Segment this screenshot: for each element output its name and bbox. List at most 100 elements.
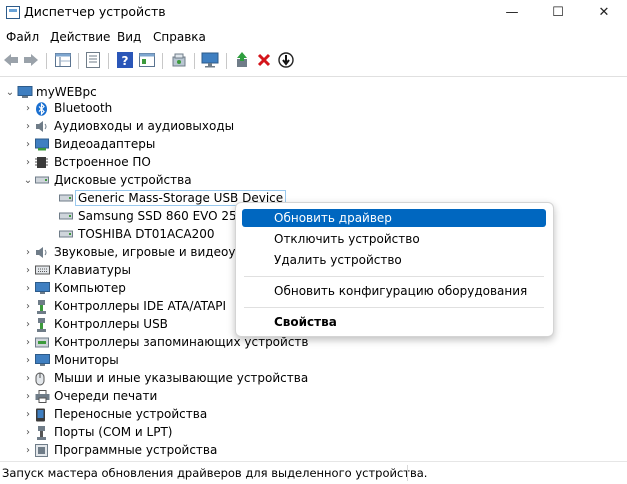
disk-drive-icon: [35, 174, 49, 187]
status-bar: Запуск мастера обновления драйверов для …: [0, 461, 627, 484]
menu-view[interactable]: Вид: [117, 30, 141, 44]
scan-hardware-icon[interactable]: [170, 51, 188, 69]
tree-category-computer[interactable]: › Компьютер: [21, 279, 126, 297]
disk-drive-icon: [59, 210, 73, 223]
speaker-icon: [35, 120, 48, 133]
chevron-down-icon[interactable]: ⌄: [21, 175, 35, 186]
back-arrow-icon[interactable]: [2, 51, 20, 69]
chevron-right-icon[interactable]: ›: [21, 337, 35, 348]
console-icon[interactable]: [138, 51, 156, 69]
tree-category-label: Переносные устройства: [54, 407, 208, 421]
computer-monitor-icon[interactable]: [201, 51, 219, 69]
window-title: Диспетчер устройств: [24, 4, 166, 19]
tree-category-ports[interactable]: › Порты (COM и LPT): [21, 423, 172, 441]
tree-category-label: Программные устройства: [54, 443, 218, 457]
svg-text:?: ?: [122, 54, 129, 68]
chevron-right-icon[interactable]: ›: [21, 139, 35, 150]
mouse-icon: [35, 372, 48, 385]
status-text: Запуск мастера обновления драйверов для …: [2, 466, 428, 480]
minimize-button[interactable]: —: [489, 0, 535, 25]
monitor-icon: [35, 353, 50, 367]
menu-bar: Файл Действие Вид Справка: [0, 26, 627, 48]
chevron-right-icon[interactable]: ›: [21, 283, 35, 294]
menu-item-update-driver[interactable]: Обновить драйвер: [242, 209, 546, 227]
chevron-right-icon[interactable]: ›: [21, 373, 35, 384]
software-device-icon: [35, 443, 48, 457]
sound-icon: [35, 246, 48, 259]
storage-controller-icon: [35, 336, 49, 349]
menu-file[interactable]: Файл: [6, 30, 39, 44]
close-button[interactable]: ✕: [581, 0, 627, 25]
tree-category-label: Клавиатуры: [54, 263, 131, 277]
tree-root-label: myWEBpc: [36, 85, 97, 99]
tree-category-label: Очереди печати: [54, 389, 158, 403]
help-icon[interactable]: ?: [116, 51, 134, 69]
tree-category-sound[interactable]: › Звуковые, игровые и видеоустр: [21, 243, 257, 261]
menu-separator: [244, 307, 544, 308]
computer-icon: [35, 281, 50, 295]
toolbar: ?: [0, 48, 627, 74]
chevron-right-icon[interactable]: ›: [21, 409, 35, 420]
tree-category-label: Порты (COM и LPT): [54, 425, 173, 439]
chevron-right-icon[interactable]: ›: [21, 391, 35, 402]
device-list-icon[interactable]: [84, 51, 102, 69]
printer-icon: [35, 389, 50, 403]
tree-category-label: Контроллеры USB: [54, 317, 168, 331]
chevron-right-icon[interactable]: ›: [21, 247, 35, 258]
menu-help[interactable]: Справка: [153, 30, 206, 44]
title-bar: Диспетчер устройств — ☐ ✕: [0, 0, 627, 25]
tree-category-mice[interactable]: › Мыши и иные указывающие устройства: [21, 369, 308, 387]
tree-category-disk-drives[interactable]: ⌄ Дисковые устройства: [21, 171, 192, 189]
tree-category-firmware[interactable]: › Встроенное ПО: [21, 153, 151, 171]
menu-item-uninstall-device[interactable]: Удалить устройство: [242, 251, 546, 269]
menu-item-label: Удалить устройство: [274, 253, 402, 267]
tree-category-label: Дисковые устройства: [54, 173, 192, 187]
menu-separator: [244, 276, 544, 277]
tree-device-toshiba[interactable]: TOSHIBA DT01ACA200: [59, 225, 215, 243]
chevron-right-icon[interactable]: ›: [21, 157, 35, 168]
uninstall-x-icon[interactable]: [255, 51, 273, 69]
update-driver-icon[interactable]: [233, 51, 251, 69]
tree-category-display-adapters[interactable]: › Видеоадаптеры: [21, 135, 155, 153]
menu-item-label: Отключить устройство: [274, 232, 420, 246]
menu-item-disable-device[interactable]: Отключить устройство: [242, 230, 546, 248]
tree-category-monitors[interactable]: › Мониторы: [21, 351, 119, 369]
chevron-right-icon[interactable]: ›: [21, 319, 35, 330]
usb-icon: [35, 317, 48, 332]
tree-category-ide[interactable]: › Контроллеры IDE ATA/ATAPI: [21, 297, 226, 315]
chevron-right-icon[interactable]: ›: [21, 427, 35, 438]
tree-device-samsung-ssd[interactable]: Samsung SSD 860 EVO 250GB: [59, 207, 262, 225]
tree-category-label: Аудиовходы и аудиовыходы: [54, 119, 235, 133]
disk-drive-icon: [59, 228, 73, 241]
tree-category-keyboards[interactable]: › Клавиатуры: [21, 261, 131, 279]
ide-controller-icon: [35, 299, 48, 314]
tree-category-print-queues[interactable]: › Очереди печати: [21, 387, 157, 405]
chevron-right-icon[interactable]: ›: [21, 301, 35, 312]
properties-grid-icon[interactable]: [54, 51, 72, 69]
chevron-right-icon[interactable]: ›: [21, 445, 35, 456]
chevron-right-icon[interactable]: ›: [21, 355, 35, 366]
tree-category-portable-devices[interactable]: › Переносные устройства: [21, 405, 207, 423]
keyboard-icon: [35, 264, 50, 277]
maximize-button[interactable]: ☐: [535, 0, 581, 25]
tree-category-label: Мониторы: [54, 353, 119, 367]
disable-device-icon[interactable]: [277, 51, 295, 69]
chevron-right-icon[interactable]: ›: [21, 121, 35, 132]
menu-item-label: Обновить конфигурацию оборудования: [274, 284, 528, 298]
chevron-right-icon[interactable]: ›: [21, 265, 35, 276]
chevron-down-icon[interactable]: ⌄: [3, 87, 17, 98]
disk-drive-icon: [59, 192, 73, 205]
device-manager-app-icon: [6, 6, 20, 19]
chevron-right-icon[interactable]: ›: [21, 103, 35, 114]
tree-category-bluetooth[interactable]: › Bluetooth: [21, 99, 112, 117]
tree-category-usb[interactable]: › Контроллеры USB: [21, 315, 168, 333]
menu-action[interactable]: Действие: [50, 30, 110, 44]
forward-arrow-icon[interactable]: [22, 51, 40, 69]
tree-category-label: Звуковые, игровые и видеоустр: [54, 245, 257, 259]
menu-item-scan-hardware[interactable]: Обновить конфигурацию оборудования: [242, 282, 546, 300]
tree-category-label: Компьютер: [54, 281, 126, 295]
tree-category-audio[interactable]: › Аудиовходы и аудиовыходы: [21, 117, 234, 135]
tree-category-software-devices[interactable]: › Программные устройства: [21, 441, 217, 459]
menu-item-properties[interactable]: Свойства: [242, 313, 546, 331]
tree-device-label: TOSHIBA DT01ACA200: [78, 227, 215, 241]
